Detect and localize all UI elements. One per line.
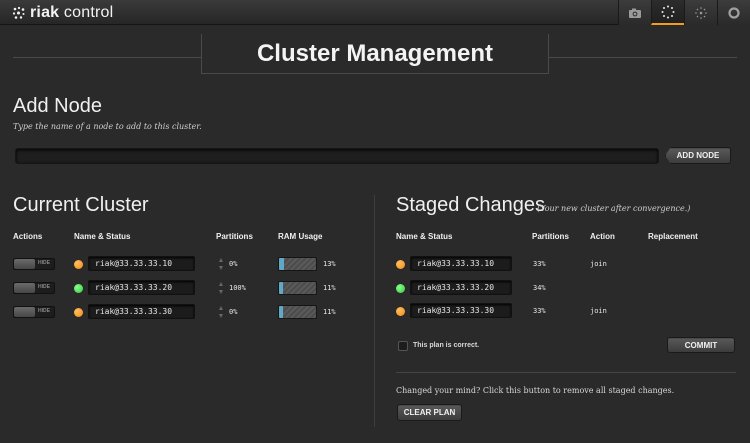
table-row: HIDE riak@33.33.33.10 0% 13% — [0, 256, 370, 274]
col-ram-usage: RAM Usage — [278, 232, 323, 241]
staged-divider — [396, 372, 736, 373]
status-dot — [74, 260, 83, 269]
add-node-heading: Add Node — [13, 95, 102, 117]
node-name: riak@33.33.33.20 — [88, 280, 195, 295]
staged-col-replacement: Replacement — [648, 232, 698, 241]
col-actions: Actions — [13, 232, 43, 241]
toggle-knob — [14, 307, 35, 317]
ram-usage-bar — [278, 305, 317, 319]
hide-toggle[interactable]: HIDE — [13, 282, 55, 294]
app-title: riak control — [30, 4, 114, 21]
toggle-knob — [14, 259, 35, 269]
circle-icon — [728, 6, 740, 19]
commit-button[interactable]: COMMIT — [667, 337, 735, 353]
col-partitions: Partitions — [216, 232, 253, 241]
partitions-value: 0% — [229, 308, 238, 316]
partitions-stepper-icon — [219, 282, 224, 294]
staged-changes-heading: Staged Changes — [396, 194, 546, 216]
status-dot — [396, 260, 405, 269]
section-divider — [374, 195, 375, 427]
add-node-button[interactable]: ADD NODE — [665, 147, 731, 164]
riak-logo-icon — [12, 6, 25, 19]
hide-toggle[interactable]: HIDE — [13, 258, 55, 270]
clear-plan-button[interactable]: CLEAR PLAN — [397, 404, 462, 421]
ram-usage-fill — [279, 282, 284, 294]
toggle-label: HIDE — [38, 260, 50, 266]
node-name: riak@33.33.33.10 — [88, 256, 195, 271]
title-rule-left — [13, 57, 201, 58]
node-name: riak@33.33.33.30 — [410, 303, 512, 318]
action-value: join — [590, 307, 607, 315]
col-name-status: Name & Status — [74, 232, 131, 241]
toggle-knob — [14, 283, 35, 293]
partitions-value: 33% — [533, 260, 546, 268]
clear-plan-text: Changed your mind? Click this button to … — [396, 386, 675, 395]
node-name: riak@33.33.33.10 — [410, 256, 512, 271]
partitions-value: 34% — [533, 284, 546, 292]
ram-usage-value: 13% — [323, 260, 336, 268]
node-name-input[interactable] — [15, 148, 659, 164]
status-dot — [74, 284, 83, 293]
staged-col-action: Action — [590, 232, 615, 241]
ram-usage-value: 11% — [323, 284, 336, 292]
status-dot — [396, 307, 405, 316]
add-node-hint: Type the name of a node to add to this c… — [13, 122, 202, 131]
toggle-label: HIDE — [38, 308, 50, 314]
ram-usage-fill — [279, 258, 284, 270]
ram-usage-fill — [279, 306, 284, 318]
staged-col-name-status: Name & Status — [396, 232, 453, 241]
table-row: HIDE riak@33.33.33.20 100% 11% — [0, 280, 370, 298]
main-nav — [618, 0, 750, 25]
plan-correct-label: This plan is correct. — [413, 342, 480, 349]
node-name: riak@33.33.33.20 — [410, 280, 512, 295]
ram-usage-bar — [278, 257, 317, 271]
staged-col-partitions: Partitions — [532, 232, 569, 241]
ram-usage-value: 11% — [323, 308, 336, 316]
page-title-box: Cluster Management — [201, 34, 549, 74]
current-cluster-heading: Current Cluster — [13, 194, 149, 216]
staged-row: riak@33.33.33.10 33% join — [380, 256, 740, 274]
node-name: riak@33.33.33.30 — [88, 304, 195, 319]
partitions-value: 33% — [533, 307, 546, 315]
action-value: join — [590, 260, 607, 268]
camera-icon — [629, 8, 641, 18]
ring-icon — [695, 6, 707, 19]
ram-usage-bar — [278, 281, 317, 295]
partitions-value: 0% — [229, 260, 238, 268]
status-dot — [396, 284, 405, 293]
nav-snapshot[interactable] — [618, 0, 651, 25]
staged-row: riak@33.33.33.20 34% — [380, 280, 740, 298]
nav-nodes[interactable] — [717, 0, 750, 25]
table-row: HIDE riak@33.33.33.30 0% 11% — [0, 304, 370, 322]
page-title: Cluster Management — [256, 39, 494, 67]
hide-toggle[interactable]: HIDE — [13, 306, 55, 318]
staged-subheading: (Your new cluster after convergence.) — [537, 204, 691, 213]
nav-ring[interactable] — [684, 0, 717, 25]
toggle-label: HIDE — [38, 284, 50, 290]
top-bar: riak control — [0, 0, 750, 25]
title-rule-right — [549, 57, 737, 58]
partitions-value: 100% — [229, 284, 246, 292]
nav-cluster[interactable] — [651, 0, 684, 25]
status-dot — [74, 308, 83, 317]
partitions-stepper-icon — [219, 258, 224, 270]
staged-row: riak@33.33.33.30 33% join — [380, 303, 740, 321]
partitions-stepper-icon — [219, 306, 224, 318]
plan-correct-checkbox[interactable] — [398, 341, 408, 351]
cluster-icon — [661, 5, 675, 18]
logo[interactable]: riak control — [12, 3, 113, 23]
